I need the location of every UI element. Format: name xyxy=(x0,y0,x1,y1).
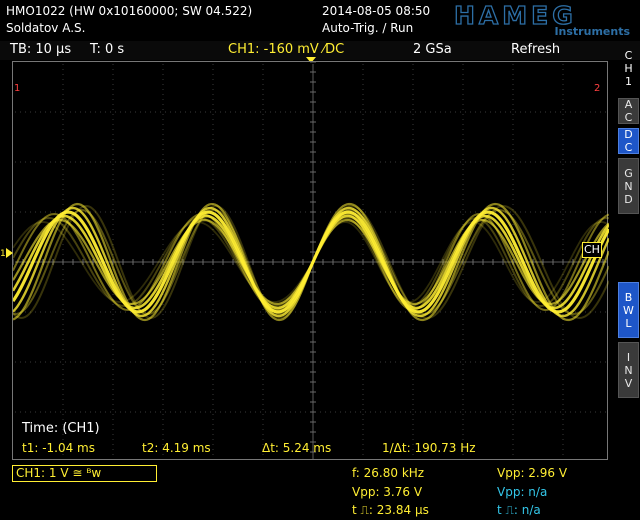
acquire-mode-readout[interactable]: Refresh xyxy=(511,42,560,57)
bwl-letter-w: W xyxy=(623,303,634,317)
channel-1-scale-box[interactable]: CH1: 1 V ≅ ᴮᴡ xyxy=(12,465,157,482)
ac-letter-a: A xyxy=(624,98,633,111)
timebase-readout[interactable]: TB: 10 µs xyxy=(10,42,71,57)
invert-button[interactable]: I N V xyxy=(618,342,639,398)
waveform-display[interactable] xyxy=(12,61,609,460)
frequency-measurement: f: 26.80 kHz xyxy=(352,466,425,480)
side-title-h: H xyxy=(624,62,633,75)
graticule xyxy=(13,62,609,459)
gnd-letter-n: N xyxy=(624,179,633,193)
vpp-measurement-ch1-secondary: Vpp: 2.96 V xyxy=(497,466,568,480)
time-offset-readout[interactable]: T: 0 s xyxy=(90,42,124,57)
bwl-letter-l: L xyxy=(625,316,632,330)
channel-side-panel: C H 1 A C D C G N D B W L I N V xyxy=(617,42,640,482)
coupling-ac-button[interactable]: A C xyxy=(618,98,639,124)
gnd-letter-g: G xyxy=(624,166,633,180)
gnd-letter-d: D xyxy=(624,192,633,206)
coupling-dc-button[interactable]: D C xyxy=(618,128,639,154)
trigger-status: Auto-Trig. / Run xyxy=(322,21,414,35)
ac-letter-c: C xyxy=(624,111,633,124)
cursor-readout-title: Time: (CH1) xyxy=(22,421,100,436)
inv-letter-i: I xyxy=(626,350,631,364)
cursor-t2: t2: 4.19 ms xyxy=(142,441,211,455)
vpp-measurement-ch2: Vpp: n/a xyxy=(497,485,548,499)
hameg-logo: HAMEG Instruments xyxy=(453,2,630,36)
owner-name: Soldatov A.S. xyxy=(6,21,86,35)
coupling-gnd-button[interactable]: G N D xyxy=(618,158,639,214)
channel-1-marker-label: 1 xyxy=(0,249,6,259)
pulse-width-measurement-ch2: t ⎍: n/a xyxy=(497,503,541,517)
side-title-c: C xyxy=(624,49,633,62)
cursor-2-marker[interactable]: 2 xyxy=(594,83,600,94)
channel-1-ground-marker[interactable]: 1 xyxy=(0,247,14,259)
cursor-inverse-delta-t: 1/Δt: 190.73 Hz xyxy=(382,441,476,455)
device-info: HMO1022 (HW 0x10160000; SW 04.522) xyxy=(6,4,253,18)
vpp-measurement-ch1: Vpp: 3.76 V xyxy=(352,485,423,499)
dc-letter-d: D xyxy=(624,128,633,141)
brand-subtext: Instruments xyxy=(554,25,630,36)
bwl-letter-b: B xyxy=(624,290,633,304)
inv-letter-n: N xyxy=(624,363,633,377)
pulse-width-measurement-ch1: t ⎍: 23.84 µs xyxy=(352,503,429,517)
channel-setting-readout[interactable]: CH1: -160 mV ⁄DC xyxy=(228,42,344,57)
dc-letter-c: C xyxy=(624,141,633,154)
cursor-1-marker[interactable]: 1 xyxy=(14,83,20,94)
cursor-t1: t1: -1.04 ms xyxy=(22,441,96,455)
side-title-1: 1 xyxy=(625,75,632,88)
inv-letter-v: V xyxy=(624,376,633,390)
sample-rate-readout: 2 GSa xyxy=(413,42,452,57)
datetime: 2014-08-05 08:50 xyxy=(322,4,431,18)
cursor-delta-t: Δt: 5.24 ms xyxy=(262,441,332,455)
bandwidth-limit-button[interactable]: B W L xyxy=(618,282,639,338)
trigger-level-marker[interactable]: CH xyxy=(582,242,602,258)
